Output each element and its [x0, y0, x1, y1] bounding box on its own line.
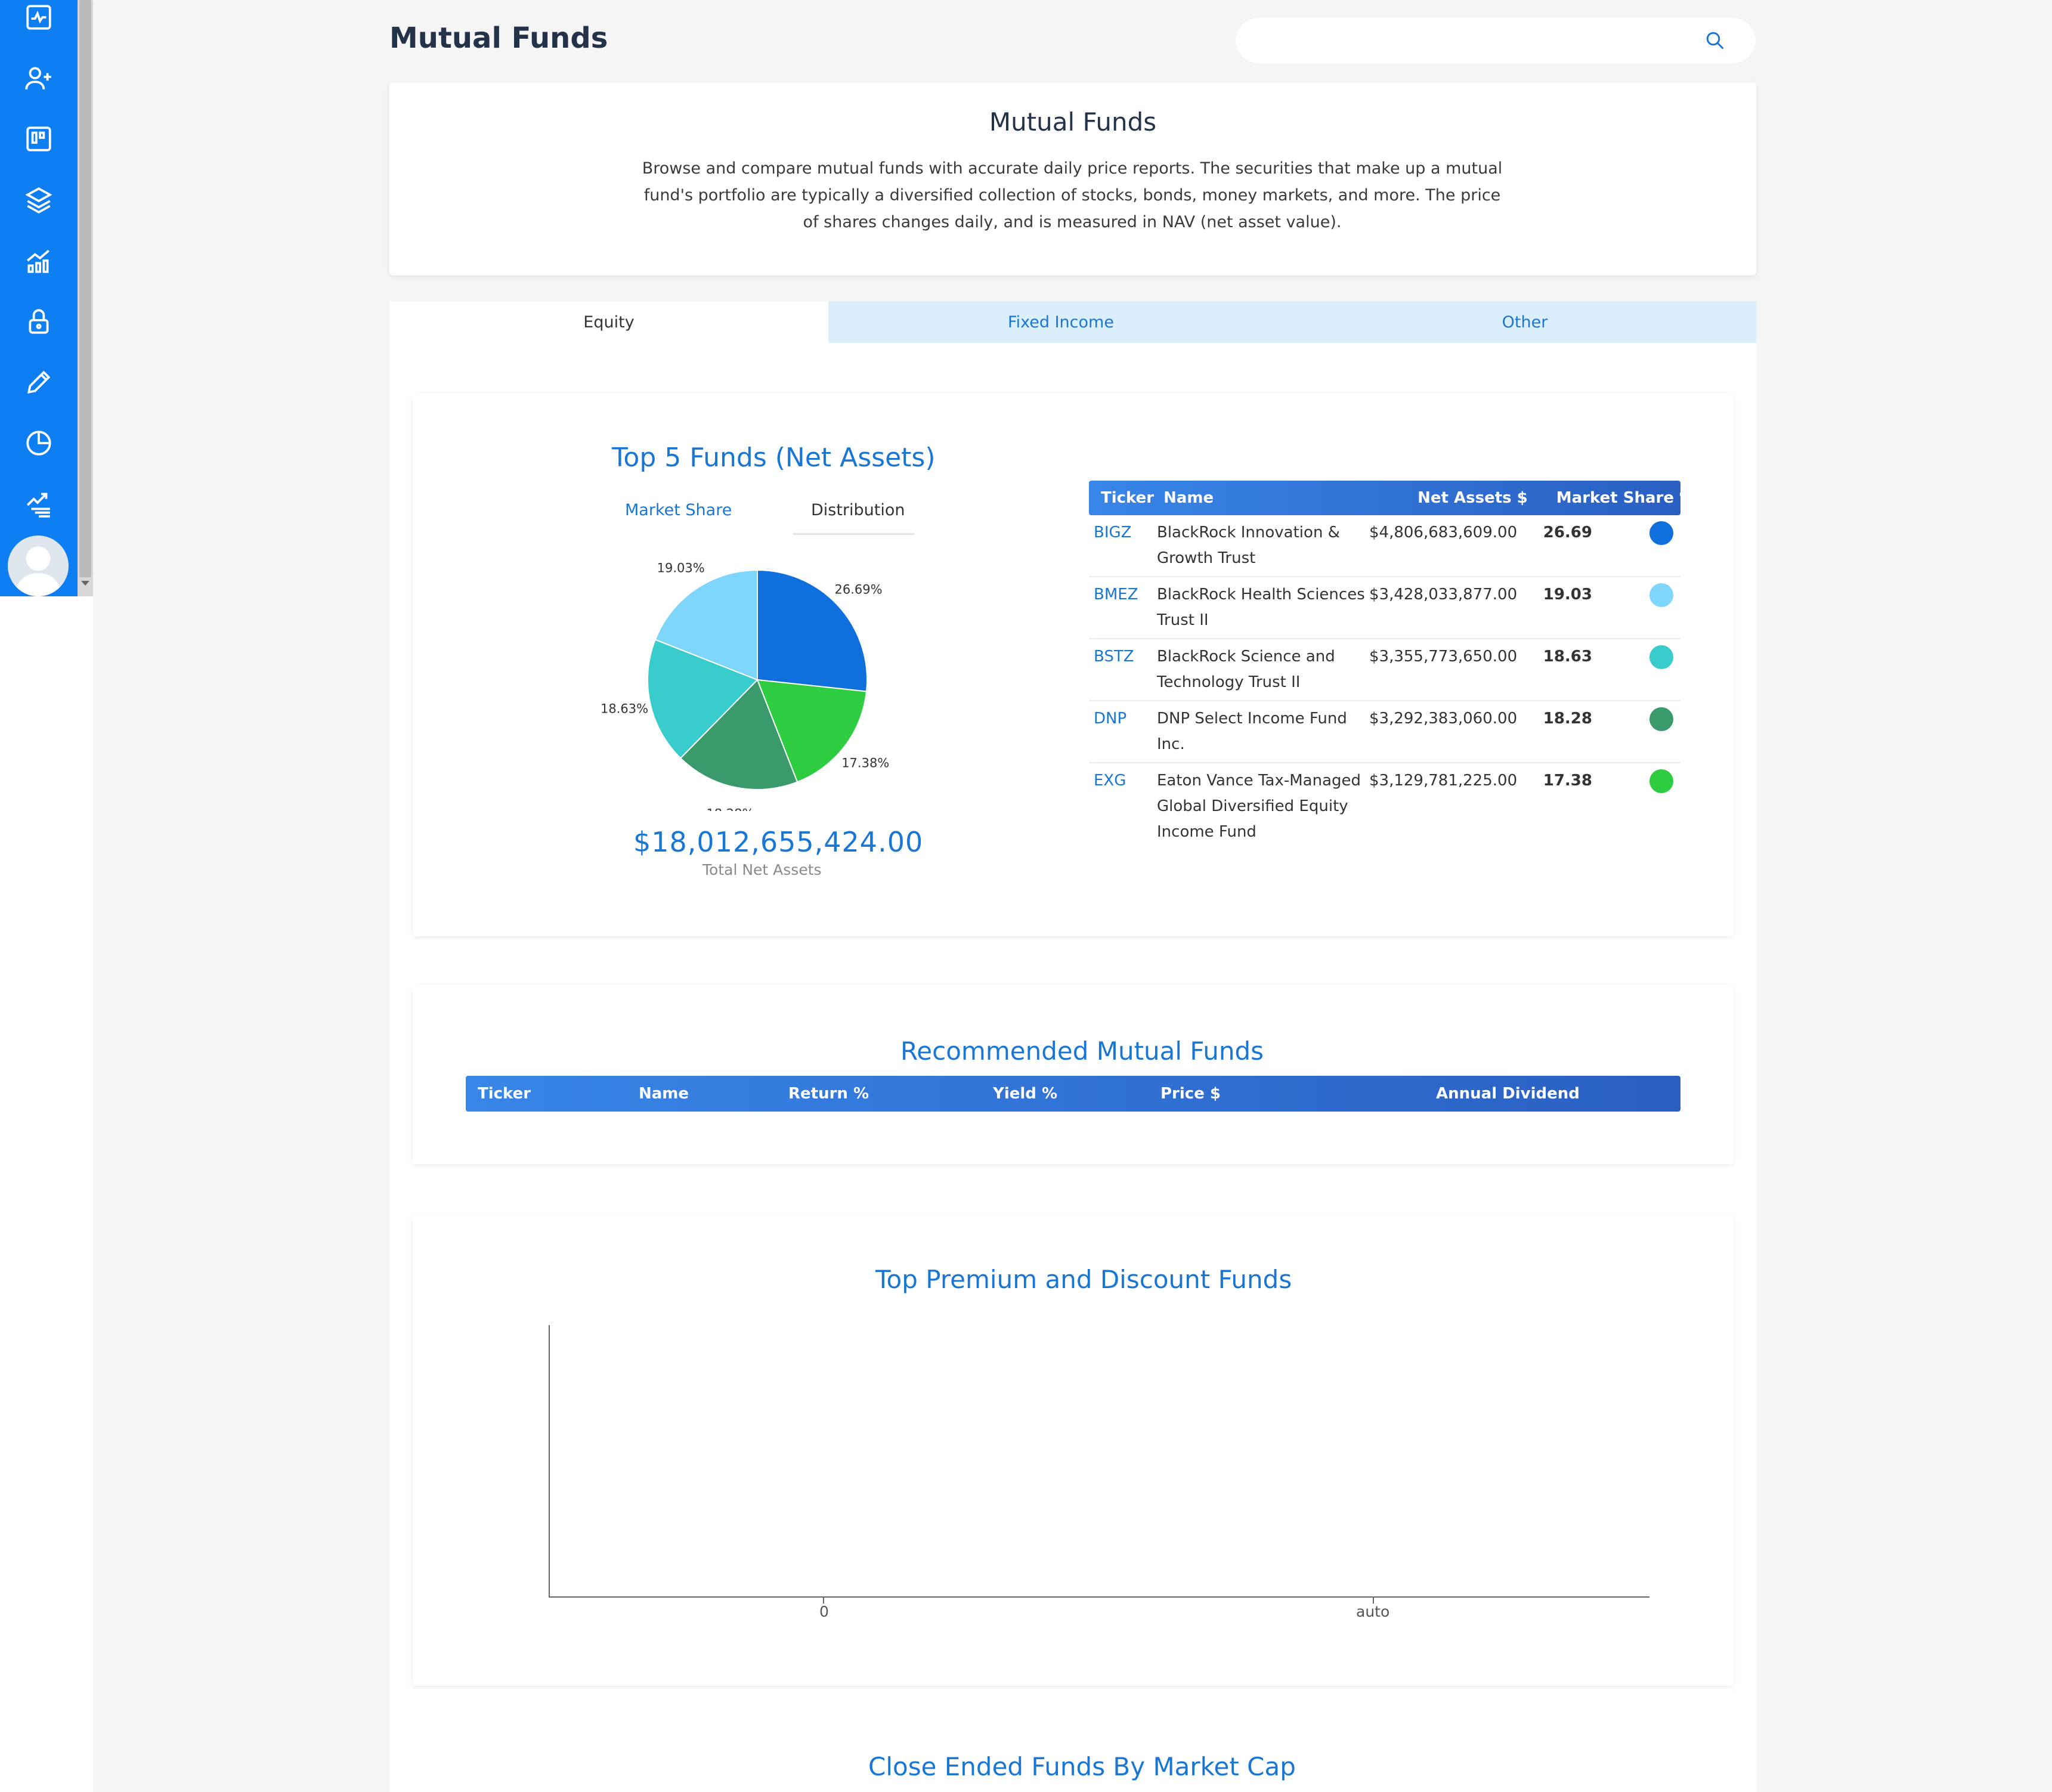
- row-ticker[interactable]: BIGZ: [1094, 520, 1131, 546]
- row-net-assets: $3,355,773,650.00: [1369, 648, 1518, 666]
- table-row[interactable]: EXG Eaton Vance Tax-Managed Global Diver…: [1089, 763, 1680, 847]
- subtab-market-share[interactable]: Market Share: [625, 501, 732, 519]
- top5-table-header: Ticker Name Net Assets $ Market Share %: [1089, 481, 1695, 515]
- color-dot: [1649, 583, 1673, 607]
- row-market-share: 26.69: [1543, 524, 1592, 541]
- sidebar: [0, 0, 78, 596]
- row-net-assets: $3,129,781,225.00: [1369, 772, 1518, 790]
- search-icon[interactable]: [1704, 30, 1726, 51]
- x-tick-label: 0: [819, 1603, 829, 1620]
- pie-slice-label: 17.38%: [841, 756, 889, 770]
- market-share-pie-chart: 26.69% 17.38% 18.28% 18.63% 19.03%: [601, 561, 889, 811]
- search-input[interactable]: [1236, 18, 1756, 63]
- top5-title: Top 5 Funds (Net Assets): [612, 442, 936, 473]
- pie-slice-label: 19.03%: [657, 561, 705, 575]
- col-market-share: Market Share %: [1556, 489, 1695, 507]
- total-net-assets-label: Total Net Assets: [702, 861, 822, 878]
- growth-icon[interactable]: [21, 487, 56, 521]
- y-axis-line: [549, 1325, 550, 1598]
- subtab-distribution[interactable]: Distribution: [811, 501, 905, 519]
- col-name: Name: [639, 1085, 689, 1103]
- pencil-icon[interactable]: [21, 365, 56, 400]
- row-market-share: 18.28: [1543, 710, 1592, 728]
- page-title: Mutual Funds: [389, 21, 608, 55]
- lock-icon[interactable]: [21, 304, 56, 339]
- pie-slice-label: 26.69%: [834, 583, 882, 597]
- intro-card: Mutual Funds Browse and compare mutual f…: [389, 82, 1756, 276]
- pie-slice-label: 18.63%: [601, 702, 648, 716]
- row-ticker[interactable]: DNP: [1094, 706, 1126, 732]
- activity-icon[interactable]: [21, 0, 56, 35]
- premium-discount-title: Top Premium and Discount Funds: [875, 1265, 1292, 1294]
- col-ticker: Ticker: [1101, 489, 1155, 507]
- category-tabs: Equity Fixed Income Other: [389, 301, 1756, 343]
- row-net-assets: $3,292,383,060.00: [1369, 710, 1518, 728]
- layers-icon[interactable]: [21, 182, 56, 217]
- row-name: BlackRock Science and Technology Trust I…: [1157, 648, 1335, 691]
- col-name: Name: [1163, 489, 1214, 507]
- color-dot: [1649, 645, 1673, 669]
- top5-table: Ticker Name Net Assets $ Market Share % …: [1089, 481, 1695, 847]
- col-return: Return %: [788, 1085, 869, 1103]
- close-ended-title: Close Ended Funds By Market Cap: [868, 1752, 1296, 1781]
- col-net-assets: Net Assets $: [1417, 489, 1528, 507]
- row-market-share: 19.03: [1543, 586, 1592, 603]
- intro-description: Browse and compare mutual funds with acc…: [642, 159, 1503, 231]
- table-row[interactable]: BIGZ BlackRock Innovation & Growth Trust…: [1089, 515, 1680, 577]
- row-market-share: 17.38: [1543, 772, 1592, 790]
- row-ticker[interactable]: BSTZ: [1094, 644, 1134, 670]
- scroll-down-arrow-icon[interactable]: [81, 581, 89, 586]
- recommended-title: Recommended Mutual Funds: [900, 1036, 1264, 1066]
- kanban-icon[interactable]: [21, 122, 56, 156]
- tab-equity[interactable]: Equity: [389, 301, 828, 343]
- scrollbar-thumb[interactable]: [79, 0, 91, 577]
- row-market-share: 18.63: [1543, 648, 1592, 666]
- col-price: Price $: [1160, 1085, 1221, 1103]
- row-name: DNP Select Income Fund Inc.: [1157, 710, 1347, 753]
- row-name: Eaton Vance Tax-Managed Global Diversifi…: [1157, 772, 1361, 841]
- color-dot: [1649, 707, 1673, 731]
- x-axis-line: [549, 1596, 1649, 1598]
- recommended-table-header: Ticker Name Return % Yield % Price $ Ann…: [466, 1076, 1680, 1112]
- chart-icon[interactable]: [21, 243, 56, 278]
- row-ticker[interactable]: BMEZ: [1094, 582, 1138, 608]
- col-annual-dividend: Annual Dividend: [1436, 1085, 1580, 1103]
- avatar[interactable]: [8, 536, 69, 596]
- row-name: BlackRock Health Sciences Trust II: [1157, 586, 1365, 629]
- pie-slice-label: 18.28%: [706, 806, 754, 811]
- intro-title: Mutual Funds: [989, 107, 1157, 137]
- x-tick-label: auto: [1356, 1603, 1390, 1620]
- total-net-assets-value: $18,012,655,424.00: [633, 826, 924, 858]
- subtab-underline: [793, 533, 914, 535]
- pie-chart-icon[interactable]: [21, 426, 56, 460]
- tab-fixed-income[interactable]: Fixed Income: [828, 301, 1293, 343]
- color-dot: [1649, 769, 1673, 793]
- table-row[interactable]: BMEZ BlackRock Health Sciences Trust II …: [1089, 577, 1680, 639]
- row-ticker[interactable]: EXG: [1094, 768, 1126, 794]
- row-net-assets: $3,428,033,877.00: [1369, 586, 1518, 603]
- row-name: BlackRock Innovation & Growth Trust: [1157, 524, 1340, 567]
- recommended-card: [413, 985, 1734, 1164]
- row-net-assets: $4,806,683,609.00: [1369, 524, 1518, 541]
- tab-other[interactable]: Other: [1293, 301, 1756, 343]
- table-row[interactable]: BSTZ BlackRock Science and Technology Tr…: [1089, 639, 1680, 701]
- col-yield: Yield %: [993, 1085, 1057, 1103]
- table-row[interactable]: DNP DNP Select Income Fund Inc. $3,292,3…: [1089, 701, 1680, 763]
- add-user-icon[interactable]: [21, 61, 56, 95]
- color-dot: [1649, 521, 1673, 545]
- col-ticker: Ticker: [478, 1085, 531, 1103]
